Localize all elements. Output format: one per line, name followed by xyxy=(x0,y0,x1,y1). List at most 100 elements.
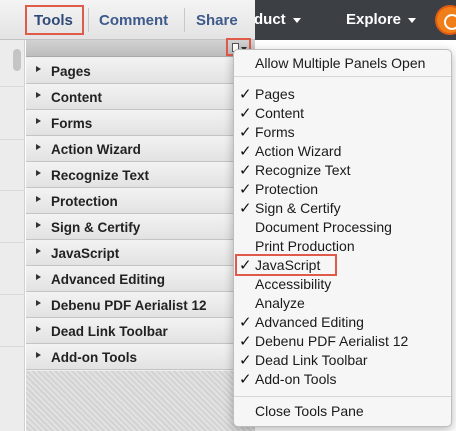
menu-item-label: Advanced Editing xyxy=(255,314,364,330)
tab-share[interactable]: Share xyxy=(196,12,238,29)
panel-label: Forms xyxy=(51,116,93,131)
scrollbar-thumb[interactable] xyxy=(13,49,21,71)
javascript-item-highlight xyxy=(235,254,337,276)
panel-label: JavaScript xyxy=(51,246,120,261)
menu-item-label: Allow Multiple Panels Open xyxy=(255,55,426,71)
tools-pane-header xyxy=(26,40,255,57)
expand-triangle-icon xyxy=(36,66,41,72)
menu-item-label: Recognize Text xyxy=(255,162,351,178)
menu-item-label: Debenu PDF Aerialist 12 xyxy=(255,333,409,349)
menu-divider xyxy=(234,396,451,397)
panel-label: Action Wizard xyxy=(51,142,141,157)
panel-options-menu: Allow Multiple Panels Open ✓ Pages ✓ Conte… xyxy=(233,49,452,427)
menu-item-label: Forms xyxy=(255,124,295,140)
panel-content[interactable]: Content xyxy=(26,84,255,110)
strip-divider xyxy=(0,190,25,191)
menu-item-forms[interactable]: ✓ Forms xyxy=(234,123,451,142)
panel-advanced-editing[interactable]: Advanced Editing xyxy=(26,266,255,292)
expand-triangle-icon xyxy=(36,222,41,228)
checkmark-icon: ✓ xyxy=(239,105,252,122)
nav-explore-menu[interactable]: Explore xyxy=(346,11,417,28)
panel-label: Debenu PDF Aerialist 12 xyxy=(51,298,207,313)
expand-triangle-icon xyxy=(36,170,41,176)
panel-forms[interactable]: Forms xyxy=(26,110,255,136)
panel-action-wizard[interactable]: Action Wizard xyxy=(26,136,255,162)
menu-item-dead-link-toolbar[interactable]: ✓ Dead Link Toolbar xyxy=(234,351,451,370)
tab-divider xyxy=(88,8,89,32)
menu-item-protection[interactable]: ✓ Protection xyxy=(234,180,451,199)
menu-item-advanced-editing[interactable]: ✓ Advanced Editing xyxy=(234,313,451,332)
checkmark-icon: ✓ xyxy=(239,352,252,369)
chevron-down-icon xyxy=(408,17,417,23)
menu-item-label: Protection xyxy=(255,181,319,197)
menu-item-label: Content xyxy=(255,105,305,121)
menu-item-debenu-pdf-aerialist[interactable]: ✓ Debenu PDF Aerialist 12 xyxy=(234,332,451,351)
tab-divider xyxy=(184,8,185,32)
panel-label: Add-on Tools xyxy=(51,350,137,365)
chevron-down-icon xyxy=(292,17,301,23)
panel-label: Recognize Text xyxy=(51,168,150,183)
panel-add-on-tools[interactable]: Add-on Tools xyxy=(26,344,255,370)
strip-divider xyxy=(0,139,25,140)
checkmark-icon: ✓ xyxy=(239,371,252,388)
nav-product-label: duct xyxy=(254,11,286,28)
menu-item-label: Document Processing xyxy=(255,219,392,235)
menu-item-label: Analyze xyxy=(255,295,305,311)
expand-triangle-icon xyxy=(36,144,41,150)
expand-triangle-icon xyxy=(36,92,41,98)
pane-empty-area xyxy=(26,371,255,431)
checkmark-icon: ✓ xyxy=(239,333,252,350)
user-avatar-icon[interactable] xyxy=(435,5,456,35)
nav-explore-label: Explore xyxy=(346,11,402,28)
nav-product-menu[interactable]: duct xyxy=(254,11,301,28)
strip-divider xyxy=(0,242,25,243)
menu-item-label: Close Tools Pane xyxy=(255,403,364,419)
menu-item-close-tools-pane[interactable]: Close Tools Pane xyxy=(234,402,451,421)
menu-item-label: Add-on Tools xyxy=(255,371,337,387)
checkmark-icon: ✓ xyxy=(239,143,252,160)
menu-item-add-on-tools[interactable]: ✓ Add-on Tools xyxy=(234,370,451,389)
panel-recognize-text[interactable]: Recognize Text xyxy=(26,162,255,188)
menu-item-pages[interactable]: ✓ Pages xyxy=(234,85,451,104)
expand-triangle-icon xyxy=(36,196,41,202)
tools-tab-highlight xyxy=(25,5,84,35)
panel-javascript[interactable]: JavaScript xyxy=(26,240,255,266)
menu-item-content[interactable]: ✓ Content xyxy=(234,104,451,123)
panel-sign-certify[interactable]: Sign & Certify xyxy=(26,214,255,240)
expand-triangle-icon xyxy=(36,300,41,306)
menu-item-label: Action Wizard xyxy=(255,143,342,159)
menu-item-allow-multiple-panels[interactable]: Allow Multiple Panels Open xyxy=(234,54,451,73)
panel-label: Pages xyxy=(51,64,91,79)
panel-protection[interactable]: Protection xyxy=(26,188,255,214)
panel-label: Protection xyxy=(51,194,118,209)
strip-divider xyxy=(0,294,25,295)
menu-item-recognize-text[interactable]: ✓ Recognize Text xyxy=(234,161,451,180)
menu-item-analyze[interactable]: Analyze xyxy=(234,294,451,313)
strip-divider xyxy=(0,346,25,347)
checkmark-icon: ✓ xyxy=(239,124,252,141)
menu-item-sign-certify[interactable]: ✓ Sign & Certify xyxy=(234,199,451,218)
panel-pages[interactable]: Pages xyxy=(26,58,255,84)
panel-label: Dead Link Toolbar xyxy=(51,324,168,339)
site-nav-bar: duct Explore xyxy=(250,0,456,40)
menu-item-action-wizard[interactable]: ✓ Action Wizard xyxy=(234,142,451,161)
checkmark-icon: ✓ xyxy=(239,314,252,331)
screenshot-root: duct Explore Tools Comment Share Pages C… xyxy=(0,0,456,431)
panel-debenu-pdf-aerialist[interactable]: Debenu PDF Aerialist 12 xyxy=(26,292,255,318)
menu-item-document-processing[interactable]: Document Processing xyxy=(234,218,451,237)
menu-item-accessibility[interactable]: Accessibility xyxy=(234,275,451,294)
panel-dead-link-toolbar[interactable]: Dead Link Toolbar xyxy=(26,318,255,344)
panel-label: Advanced Editing xyxy=(51,272,166,287)
menu-item-label: Sign & Certify xyxy=(255,200,341,216)
menu-divider xyxy=(234,76,451,77)
panel-label: Content xyxy=(51,90,102,105)
tab-comment[interactable]: Comment xyxy=(99,12,168,29)
document-scroll-strip xyxy=(0,40,25,431)
panel-label: Sign & Certify xyxy=(51,220,141,235)
expand-triangle-icon xyxy=(36,248,41,254)
strip-divider xyxy=(0,86,25,87)
expand-triangle-icon xyxy=(36,118,41,124)
menu-item-label: Dead Link Toolbar xyxy=(255,352,368,368)
expand-triangle-icon xyxy=(36,326,41,332)
menu-item-label: Accessibility xyxy=(255,276,332,292)
